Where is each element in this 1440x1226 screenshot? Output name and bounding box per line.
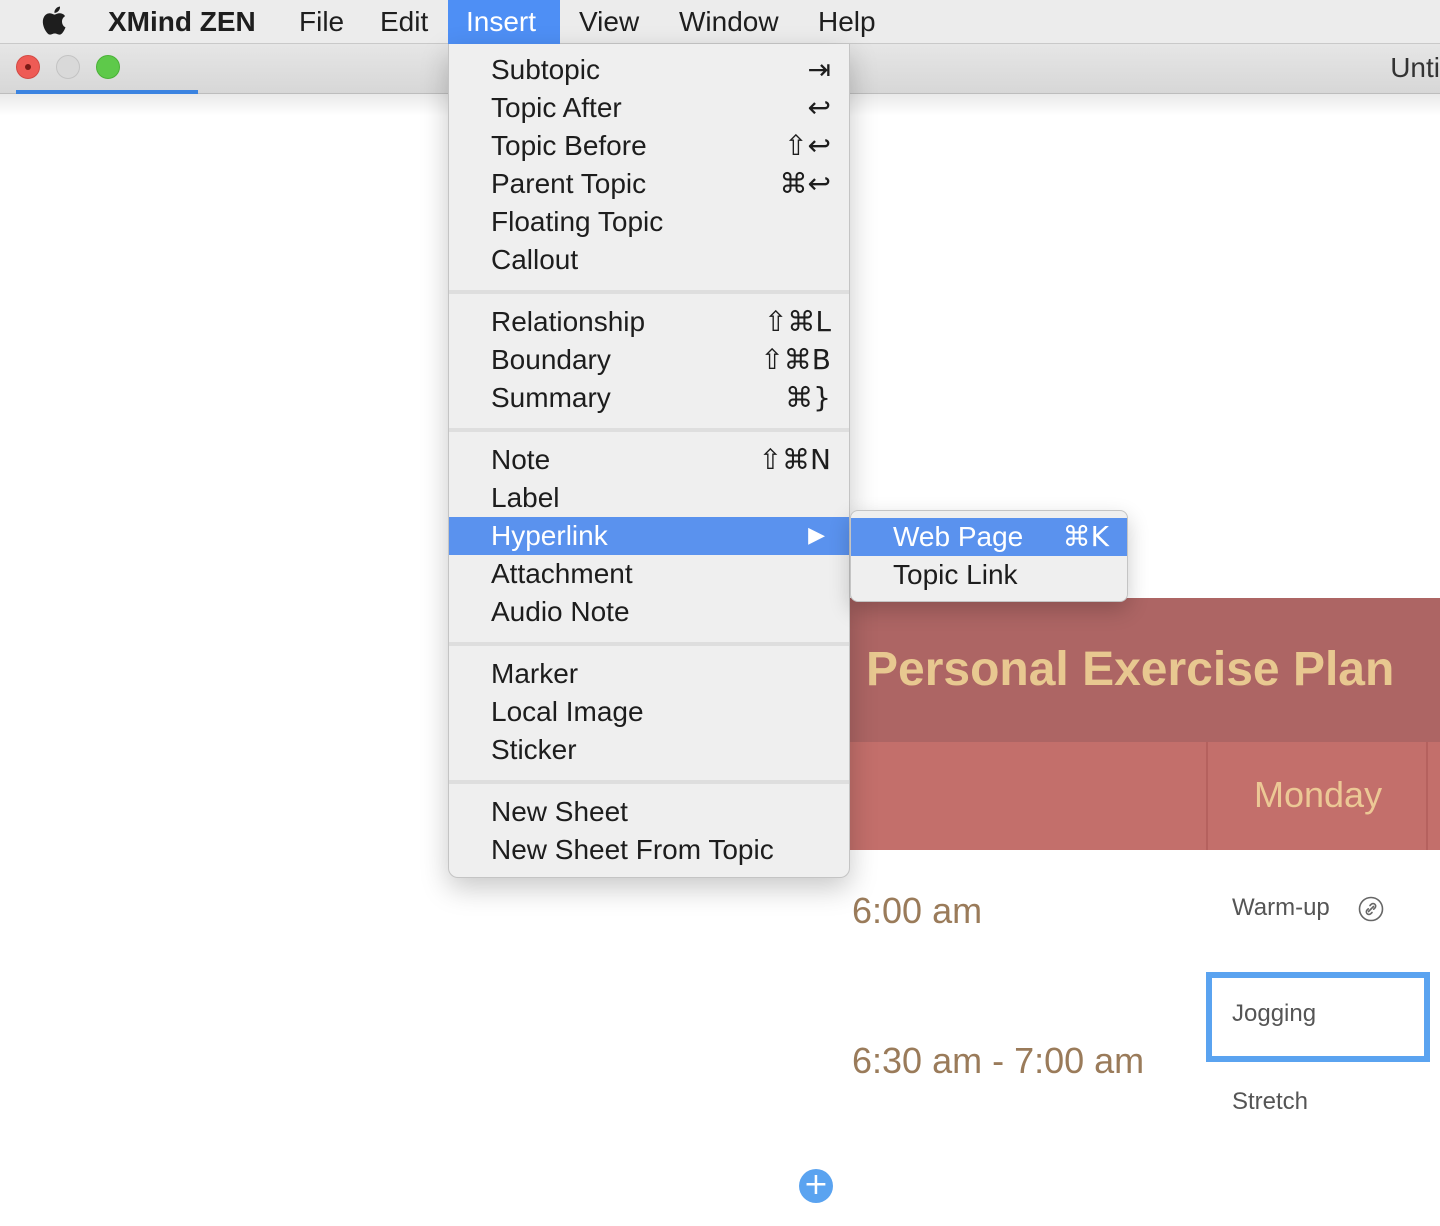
shortcut-return: ↩	[807, 91, 831, 124]
link-icon[interactable]	[1358, 896, 1384, 922]
menu-item-label: Floating Topic	[491, 206, 664, 237]
menu-item-summary[interactable]: Summary ⌘}	[449, 379, 849, 417]
task-topic-jogging[interactable]: Jogging	[1232, 999, 1316, 1029]
zoom-window-button[interactable]	[96, 55, 120, 79]
menu-item-label: Label	[491, 482, 560, 513]
apple-logo-icon[interactable]	[40, 4, 72, 38]
menu-item-label: Summary	[491, 382, 611, 413]
menu-insert[interactable]: Insert	[448, 0, 560, 44]
menu-item-attachment[interactable]: Attachment	[449, 555, 849, 593]
menu-item-label: Local Image	[491, 696, 644, 727]
menu-item-label: Callout	[491, 244, 579, 275]
menu-item-callout[interactable]: Callout	[449, 241, 849, 279]
shortcut: ⇧⌘B	[760, 343, 831, 376]
shortcut-shift-return: ⇧↩	[784, 129, 831, 162]
menu-item-subtopic[interactable]: Subtopic ⇥	[449, 51, 849, 89]
menu-item-label: Parent Topic	[491, 168, 647, 199]
menu-item-topic-after[interactable]: Topic After ↩	[449, 89, 849, 127]
day-topic-monday[interactable]: Monday	[1254, 772, 1382, 818]
menu-item-label-item[interactable]: Label	[449, 479, 849, 517]
menu-separator	[449, 290, 849, 294]
menu-item-topic-before[interactable]: Topic Before ⇧↩	[449, 127, 849, 165]
menu-item-label: Topic Before	[491, 130, 647, 161]
menu-item-label: New Sheet From Topic	[491, 834, 774, 865]
menu-item-label: Hyperlink	[491, 520, 608, 551]
app-name-menu[interactable]: XMind ZEN	[108, 4, 256, 40]
task-topic-warm-up[interactable]: Warm-up	[1232, 893, 1330, 923]
document-title: Unti	[1390, 52, 1440, 83]
menu-item-label: Relationship	[491, 306, 646, 337]
menu-item-label: Sticker	[491, 734, 577, 765]
menu-file[interactable]: File	[281, 0, 362, 44]
menu-item-label: Marker	[491, 658, 579, 689]
menu-separator	[449, 428, 849, 432]
close-window-button[interactable]	[16, 55, 40, 79]
menu-item-label: Web Page	[893, 521, 1024, 552]
hyperlink-submenu: Web Page ⌘K Topic Link	[850, 510, 1128, 602]
shortcut: ⌘}	[785, 381, 831, 414]
menu-item-hyperlink[interactable]: Hyperlink ▶	[449, 517, 849, 555]
menu-item-note[interactable]: Note ⇧⌘N	[449, 441, 849, 479]
menu-separator	[449, 780, 849, 784]
column-divider	[1426, 742, 1428, 850]
minimize-window-button[interactable]	[56, 55, 80, 79]
menu-item-local-image[interactable]: Local Image	[449, 693, 849, 731]
shortcut-tab: ⇥	[807, 53, 831, 86]
shortcut-cmd-return: ⌘↩	[779, 167, 831, 200]
menu-item-label: Boundary	[491, 344, 611, 375]
menu-item-label: Attachment	[491, 558, 633, 589]
shortcut: ⇧⌘L	[763, 305, 831, 338]
menu-help[interactable]: Help	[800, 0, 894, 44]
menu-item-sticker[interactable]: Sticker	[449, 731, 849, 769]
menu-item-label: Note	[491, 444, 551, 475]
add-topic-button[interactable]: +	[799, 1169, 833, 1203]
menu-item-label: Topic After	[491, 92, 622, 123]
menu-edit[interactable]: Edit	[362, 0, 446, 44]
menu-item-label: Subtopic	[491, 54, 600, 85]
time-topic[interactable]: 6:30 am - 7:00 am	[852, 1038, 1144, 1084]
triangle-right-icon: ▶	[808, 523, 825, 548]
shortcut: ⌘K	[1062, 520, 1109, 553]
plan-title[interactable]: Personal Exercise Plan	[866, 640, 1394, 700]
menu-window[interactable]: Window	[661, 0, 797, 44]
submenu-item-web-page[interactable]: Web Page ⌘K	[851, 518, 1127, 556]
menu-separator	[449, 642, 849, 646]
column-divider	[1206, 742, 1208, 850]
task-topic-stretch[interactable]: Stretch	[1232, 1087, 1308, 1117]
menu-item-floating-topic[interactable]: Floating Topic	[449, 203, 849, 241]
menu-view[interactable]: View	[561, 0, 657, 44]
menu-item-boundary[interactable]: Boundary ⇧⌘B	[449, 341, 849, 379]
insert-menu-dropdown: Subtopic ⇥ Topic After ↩ Topic Before ⇧↩…	[448, 44, 850, 878]
menu-item-marker[interactable]: Marker	[449, 655, 849, 693]
submenu-item-topic-link[interactable]: Topic Link	[851, 556, 1127, 594]
menu-item-parent-topic[interactable]: Parent Topic ⌘↩	[449, 165, 849, 203]
menu-item-new-sheet-from-topic[interactable]: New Sheet From Topic	[449, 831, 849, 869]
menu-item-label: Topic Link	[893, 559, 1018, 590]
menu-item-relationship[interactable]: Relationship ⇧⌘L	[449, 303, 849, 341]
plus-icon: +	[803, 1167, 829, 1202]
menu-item-new-sheet[interactable]: New Sheet	[449, 793, 849, 831]
menu-bar: XMind ZEN File Edit Insert View Window H…	[0, 0, 1440, 44]
time-topic[interactable]: 6:00 am	[852, 888, 982, 934]
menu-item-label: New Sheet	[491, 796, 628, 827]
menu-item-audio-note[interactable]: Audio Note	[449, 593, 849, 631]
shortcut: ⇧⌘N	[758, 443, 831, 476]
menu-item-label: Audio Note	[491, 596, 630, 627]
